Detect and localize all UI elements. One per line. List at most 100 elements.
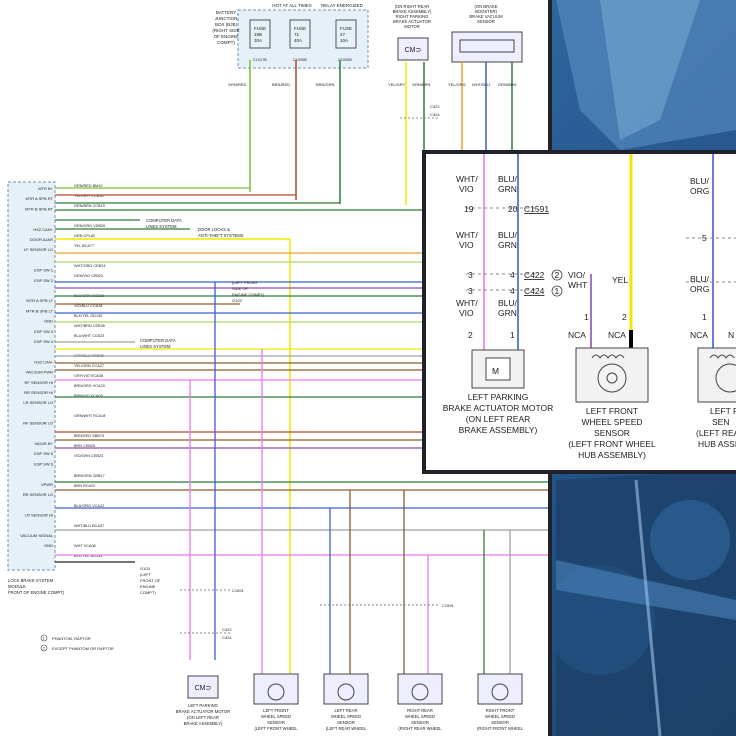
- module-pin-label: MTR A SPB LT: [26, 298, 53, 303]
- module-pin-label: LF SENSOR LO: [24, 247, 53, 252]
- module-pin-label: DOOR AJAR: [30, 237, 53, 242]
- bottom-comp-1-label-3: (LEFT FRONT WHEEL: [254, 726, 298, 731]
- module-wire-code: WHT/BLU BCA37: [74, 524, 104, 528]
- ground2-label-4: COMPT): [140, 590, 156, 595]
- top-wire-label-1: BRN/RED: [272, 82, 290, 87]
- zoom-low-label-0b: VIO: [459, 308, 474, 318]
- fuse-19b-conn: C1017B: [253, 58, 267, 62]
- top-wire-label-2: BRN/GRN: [316, 82, 335, 87]
- module-pin-label: HS2 CAN+: [33, 227, 53, 232]
- zoom-blu-org-b: ORG: [690, 284, 709, 294]
- bottom-comp-4-label-1: WHEEL SPEED: [485, 714, 515, 719]
- bjb-label-5: COMPT): [217, 40, 235, 45]
- zoom-pin-5: 5: [702, 233, 707, 243]
- module-wire-codes: GRN/RED BM10YEL/GRY CCB16GRN/BRN CCB19GR…: [74, 184, 105, 558]
- zoom-nca-2: NCA: [690, 330, 708, 340]
- zoom-wht-label: WHT: [568, 280, 587, 290]
- bottom-comp-3-label-1: WHEEL SPEED: [405, 714, 435, 719]
- booster-wire-0: YEL/ORG: [448, 82, 466, 87]
- module-pin-label: VALVE B+: [35, 441, 54, 446]
- booster-label-3: SENSOR: [477, 19, 495, 24]
- module-wire-code: BRN/ORG VCA20: [74, 384, 105, 388]
- bjb-label-3: (RIGHT SIDE: [212, 28, 239, 33]
- zoom-blu-org-a: BLU/: [690, 274, 710, 284]
- booster-wire-1: WHT/BLU: [472, 82, 490, 87]
- module-pin-label: RR SENSOR LO: [23, 492, 53, 497]
- motor-wire-1: GRN/BRN: [412, 82, 431, 87]
- bottom-comp-0-label-2: (ON LEFT REAR: [187, 715, 219, 720]
- ground-label-3: G103: [232, 298, 243, 303]
- ground2-label-3: ENGINE: [140, 584, 156, 589]
- module-wire-code: GRN/VIO CEB22: [74, 274, 103, 278]
- zoom-nca-3: N: [728, 330, 734, 340]
- zoom-top-label-1b: GRN: [498, 184, 517, 194]
- zoom-top-label-2b: ORG: [690, 186, 709, 196]
- bottom-comp-0-label-0: LEFT PARKING: [188, 703, 218, 708]
- bjb-label-4: OF ENGINE: [214, 34, 239, 39]
- bottom-comp-1-label-0: LEFT FRONT: [263, 708, 289, 713]
- module-pin-label: VACUUM SIGNAL: [20, 533, 54, 538]
- zoom-comp-lr-1: SEN: [712, 417, 729, 427]
- left-rear-wheel-speed-sensor: LEFT REAR WHEEL SPEED SENSOR (LEFT REAR …: [323, 673, 369, 731]
- cdl-label-1: LINES SYSTEM: [146, 224, 177, 229]
- zoom-top-label-2a: BLU/: [690, 176, 710, 186]
- zoom-low-label-0a: WHT/: [456, 298, 478, 308]
- fuse-71-amps: 40A: [294, 38, 302, 43]
- module-label-2: FRONT OF ENGINE COMPT): [8, 590, 65, 595]
- module-pin-label: LR SENSOR HI: [25, 512, 53, 517]
- zoom-left-parking-brake-motor: M LEFT PARKING BRAKE ACTUATOR MOTOR (ON …: [443, 349, 554, 435]
- motor-symbol: CM⊃: [405, 47, 422, 54]
- module-label-0: LOCK BRAKE SYSTEM: [8, 578, 54, 583]
- relay-energized-label: RELAY ENERGIZED: [321, 3, 364, 8]
- ground2-label-0: G103: [140, 566, 151, 571]
- cdl2-label-1: LINES SYSTEM: [140, 344, 171, 349]
- zoom-diagram: WHT/ VIO BLU/ GRN BLU/ ORG 19 20 C1591 5…: [443, 154, 736, 460]
- zoom-conn-c1591: C1591: [524, 204, 549, 214]
- ground-label-0: (LEFT FRONT: [232, 280, 258, 285]
- brake-vacuum-sensor: [451, 31, 523, 63]
- bjb-label-2: BOX (BJB): [215, 22, 238, 27]
- zoom-top-label-1a: BLU/: [498, 174, 518, 184]
- top-conn-c424: C424: [430, 112, 440, 117]
- zoom-comp-lf-2: SENSOR: [594, 428, 630, 438]
- module-pin-label: ESP SW 6: [34, 461, 54, 466]
- zoom-top-label-0b: VIO: [459, 184, 474, 194]
- zoom-comp-lf-4: HUB ASSEMBLY): [578, 450, 646, 460]
- module-wire-code: GRY/VIO VCA08: [74, 374, 103, 378]
- legend-num-1: 1: [43, 636, 46, 641]
- hot-at-all-times-label: HOT AT ALL TIMES: [272, 3, 312, 8]
- zoom-left-rear-wheel-speed-sensor: LEFT R SEN (LEFT REAR HUB ASSEM: [696, 347, 736, 449]
- fuse-71-conn: C1000B: [293, 58, 307, 62]
- fuse-19b-num: 19B: [254, 32, 262, 37]
- bottom-c422: C422: [222, 627, 232, 632]
- zoom-nca-0: NCA: [568, 330, 586, 340]
- left-front-wheel-speed-sensor: LEFT FRONT WHEEL SPEED SENSOR (LEFT FRON…: [253, 673, 299, 731]
- bjb-label-1: JUNCTION: [215, 16, 238, 21]
- svg-text:CM⊃: CM⊃: [195, 685, 212, 692]
- right-motor-label-4: MOTOR: [404, 24, 420, 29]
- zoom-comp-lf-0: LEFT FRONT: [586, 406, 638, 416]
- ground2-label-1: (LEFT: [140, 572, 152, 577]
- zoom-motor-letter: M: [492, 366, 499, 376]
- fuse-19b-name: FUSE: [254, 26, 266, 31]
- zoom-pin-2: 2: [468, 330, 473, 340]
- fuse-71-num: 71: [294, 32, 300, 37]
- zoom-comp-lr-2: (LEFT REAR: [696, 428, 736, 438]
- module-wire-code: VIO/GRN CEB23: [74, 454, 103, 458]
- cdl2-label-0: COMPUTER DATA: [140, 338, 176, 343]
- module-pin-label: ESP SW 1: [34, 268, 54, 273]
- top-conn-c422: C422: [430, 104, 440, 109]
- zoom-mid-label-1b: GRN: [498, 240, 517, 250]
- zoom-comp-motor-3: BRAKE ASSEMBLY): [459, 425, 538, 435]
- module-wire-code: BLK/YEL GD135: [74, 314, 102, 318]
- zoom-comp-motor-1: BRAKE ACTUATOR MOTOR: [443, 403, 554, 413]
- bottom-comp-0-label-1: BRAKE ACTUATOR MOTOR: [176, 709, 230, 714]
- bottom-comp-4-label-2: SENSOR: [491, 720, 509, 725]
- top-wire-label-0: GRN/RED: [228, 82, 247, 87]
- legend: 1 PHANTOM, RAPTOR 2 EXCEPT PHANTOM OR RA…: [40, 634, 114, 652]
- bottom-comp-2-label-3: (LEFT REAR WHEEL: [326, 726, 367, 731]
- module-wire-code: GRN/BRN CCB19: [74, 204, 105, 208]
- module-pin-label: RF SENSOR HI: [25, 380, 53, 385]
- fuse-47-num: 47: [340, 32, 346, 37]
- module-pin-label: GND: [44, 543, 53, 548]
